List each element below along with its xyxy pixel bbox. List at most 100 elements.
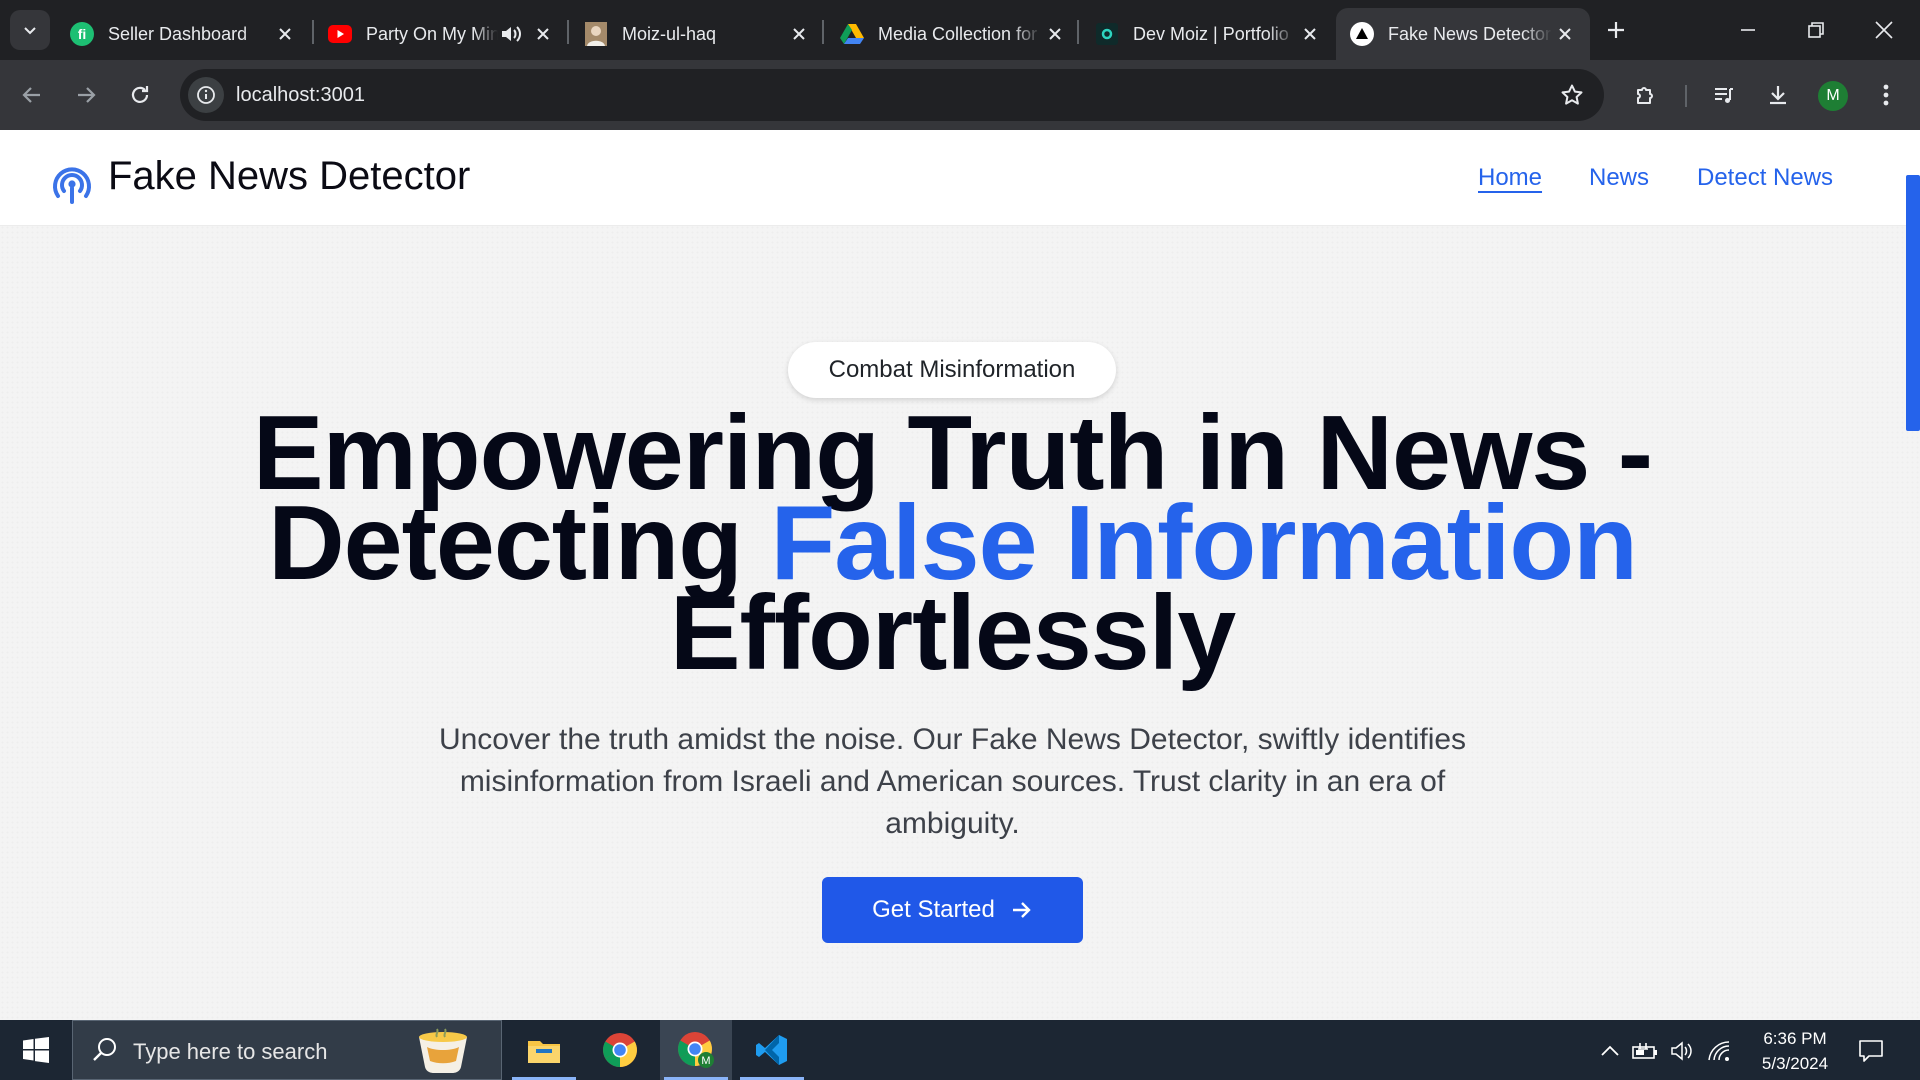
tab-seller-dashboard[interactable]: fi Seller Dashboard [56,8,310,60]
restore-icon [1808,22,1824,38]
nav-home[interactable]: Home [1478,164,1542,192]
arrow-right-icon [78,87,96,103]
tab-title: Dev Moiz | Portfolio [1133,23,1289,44]
star-icon [1561,84,1583,105]
site-navbar: Fake News Detector Home News Detect News [0,130,1920,226]
bookmark-button[interactable] [1556,79,1588,111]
show-hidden-icons-button[interactable] [1597,1038,1623,1064]
file-explorer-app[interactable] [508,1020,580,1080]
new-tab-button[interactable] [1598,12,1634,48]
nextjs-triangle-icon [1350,22,1374,46]
tab-moiz-ul-haq[interactable]: Moiz-ul-haq [570,8,824,60]
chevron-up-icon [1601,1045,1619,1056]
windows-taskbar: Type here to search M 6:36 PM 5/3/2024 [0,1020,1920,1080]
url-text[interactable]: localhost:3001 [236,84,365,107]
tab-party-on-my-mind[interactable]: Party On My Mind [314,8,568,60]
restore-button[interactable] [1782,0,1850,60]
volume-control[interactable] [1669,1038,1695,1064]
radar-broadcast-icon [53,167,91,204]
network-status[interactable] [1706,1038,1732,1064]
speaker-icon[interactable] [498,24,524,44]
wifi-icon [1708,1041,1730,1061]
browser-toolbar: localhost:3001 M [0,60,1920,130]
close-tab-icon[interactable] [786,21,812,47]
fiverr-icon: fi [70,22,94,46]
notification-icon [1859,1040,1883,1062]
downloads-button[interactable] [1758,75,1798,115]
hero-badge: Combat Misinformation [788,342,1116,398]
battery-status[interactable] [1632,1038,1658,1064]
system-clock[interactable]: 6:36 PM 5/3/2024 [1740,1026,1850,1076]
speaker-icon [1671,1041,1692,1061]
minimize-icon [1741,29,1755,31]
brand-name[interactable]: Fake News Detector [108,154,470,199]
nav-news[interactable]: News [1589,164,1649,192]
notifications-button[interactable] [1856,1036,1886,1066]
chevron-down-icon [24,27,36,35]
media-controls-button[interactable] [1704,75,1744,115]
close-icon [1875,21,1893,39]
tab-title: Fake News Detector [1388,23,1552,44]
tab-title: Seller Dashboard [108,23,248,44]
hero-headline: Empowering Truth in News - Detecting Fal… [200,400,1705,686]
nav-detect-news[interactable]: Detect News [1697,164,1833,192]
tab-title: Party On My Mind [366,23,498,44]
address-bar[interactable]: localhost:3001 [180,69,1604,121]
hero-subtitle: Uncover the truth amidst the noise. Our … [438,723,1467,840]
windows-logo-icon [23,1037,49,1063]
taskbar-search[interactable]: Type here to search [72,1020,502,1080]
close-tab-icon[interactable] [1297,21,1323,47]
playlist-music-icon [1715,88,1733,103]
google-drive-icon [840,22,864,46]
svg-text:M: M [701,1055,710,1067]
profile-avatar[interactable]: M [1818,81,1848,111]
tab-dev-moiz-portfolio[interactable]: Dev Moiz | Portfolio [1081,8,1335,60]
close-tab-icon[interactable] [530,21,556,47]
site-info-button[interactable] [188,77,224,113]
kebab-menu-icon [1883,84,1889,106]
search-placeholder: Type here to search [133,1039,328,1064]
browser-menu-button[interactable] [1866,75,1906,115]
close-tab-icon[interactable] [1552,21,1578,47]
minimize-button[interactable] [1714,0,1782,60]
back-button[interactable] [12,75,52,115]
tab-separator [822,20,824,44]
get-started-button[interactable]: Get Started [822,877,1083,943]
forward-button[interactable] [66,75,106,115]
vscode-app[interactable] [736,1020,808,1080]
start-button[interactable] [0,1020,72,1080]
file-explorer-icon [528,1041,560,1063]
arrow-left-icon [22,87,40,103]
tab-media-collection[interactable]: Media Collection for [826,8,1080,60]
svg-text:fi: fi [78,26,87,42]
toolbar-divider [1685,85,1687,107]
tab-title: Media Collection for [878,23,1038,44]
page-viewport: Fake News Detector Home News Detect News… [0,130,1920,1020]
vscode-icon [756,1035,787,1065]
puzzle-icon [1637,87,1653,104]
plus-icon [1608,22,1624,38]
reload-button[interactable] [120,75,160,115]
clock-time: 6:36 PM [1763,1029,1827,1048]
chrome-app[interactable] [584,1020,656,1080]
download-icon [1770,86,1786,105]
scrollbar-thumb[interactable] [1906,175,1920,431]
close-tab-icon[interactable] [272,21,298,47]
info-icon [197,86,215,104]
profile-photo-icon [584,22,608,46]
extensions-button[interactable] [1626,75,1666,115]
tab-separator [1077,20,1079,44]
chrome-profile-icon: M [678,1032,714,1068]
close-tab-icon[interactable] [1042,21,1068,47]
tab-search-button[interactable] [10,10,50,50]
battery-charging-icon [1632,1043,1657,1059]
youtube-icon [328,22,352,46]
search-icon [93,1038,116,1061]
close-window-button[interactable] [1850,0,1918,60]
portfolio-icon [1095,22,1119,46]
tab-fake-news-detector[interactable]: Fake News Detector [1336,8,1590,60]
arrow-right-icon [1012,902,1031,918]
chrome-profile-app[interactable]: M [660,1020,732,1080]
reload-icon [131,86,149,103]
get-started-label: Get Started [872,896,995,923]
